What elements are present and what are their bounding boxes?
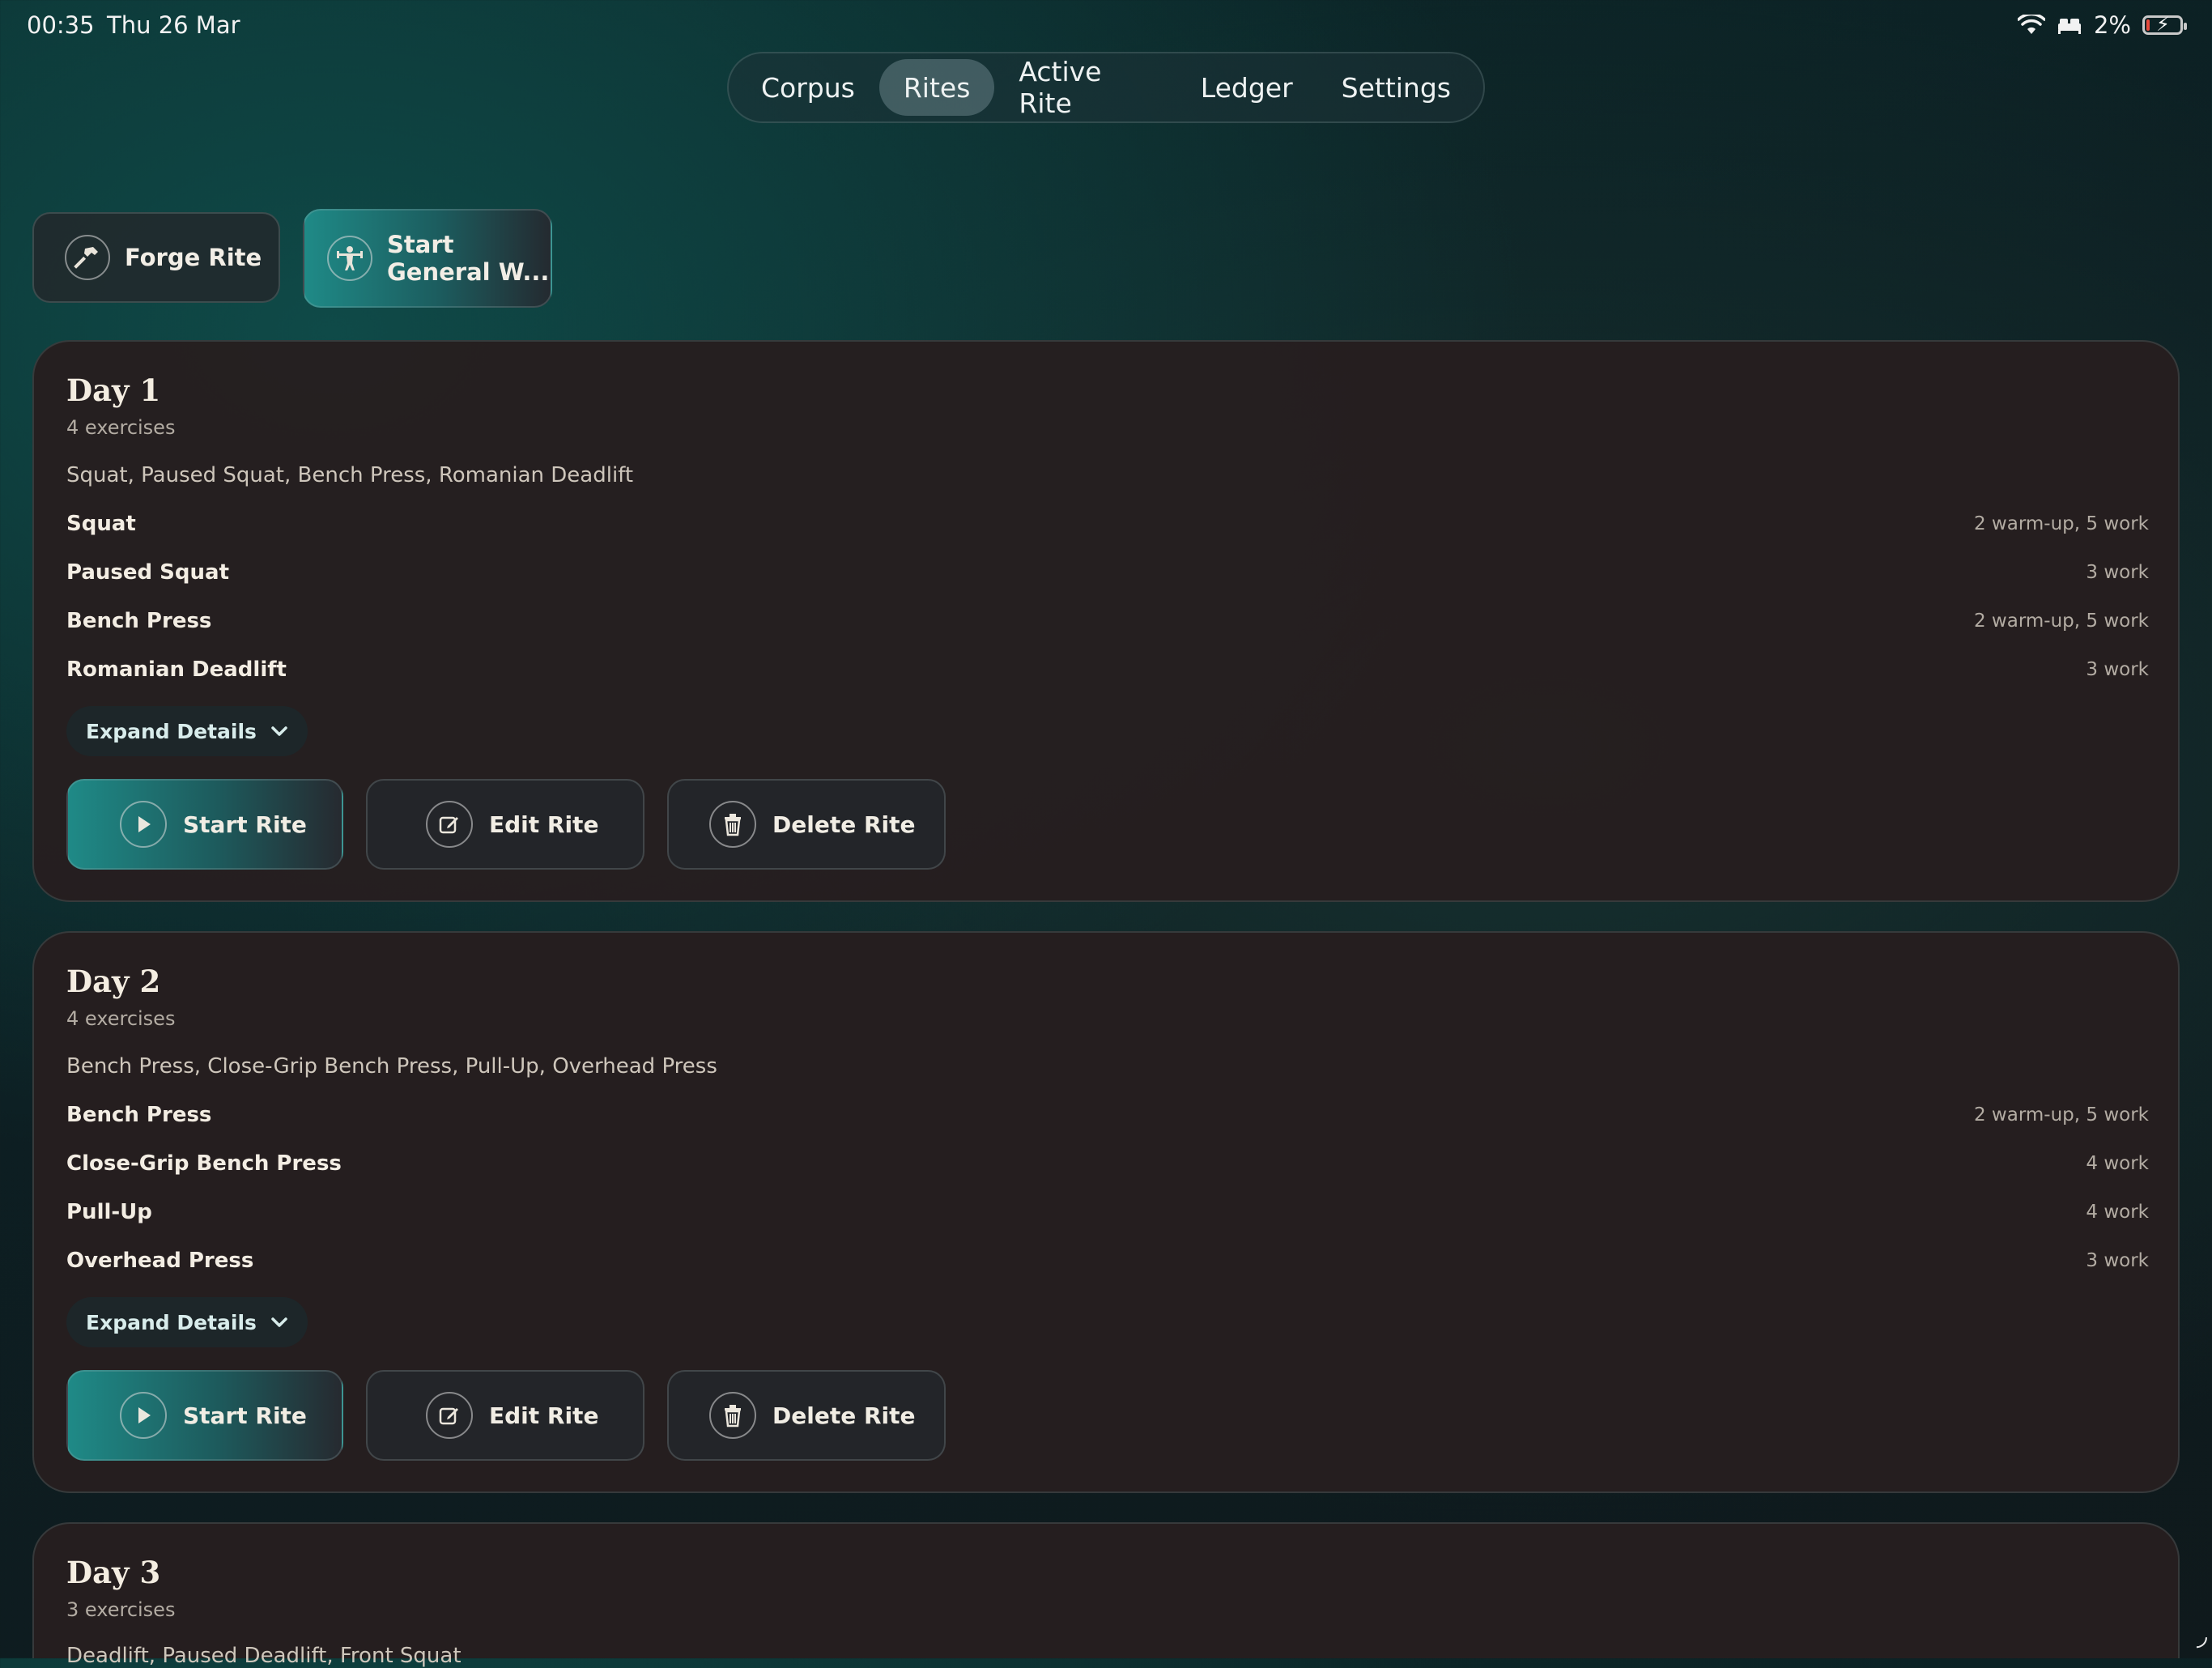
exercise-sets: 3 work bbox=[2086, 1250, 2149, 1271]
exercise-row: Romanian Deadlift 3 work bbox=[66, 657, 2149, 690]
delete-rite-label: Delete Rite bbox=[772, 811, 916, 838]
edit-rite-button[interactable]: Edit Rite bbox=[366, 1370, 644, 1461]
trash-icon bbox=[709, 801, 756, 848]
edit-rite-label: Edit Rite bbox=[489, 811, 599, 838]
tab-rites[interactable]: Rites bbox=[878, 59, 995, 116]
exercise-row: Bench Press 2 warm-up, 5 work bbox=[66, 1103, 2149, 1135]
start-general-label: Start General W... bbox=[387, 231, 549, 286]
expand-details-label: Expand Details bbox=[86, 719, 257, 743]
edit-rite-button[interactable]: Edit Rite bbox=[366, 779, 644, 870]
exercise-sets: 2 warm-up, 5 work bbox=[1973, 513, 2149, 534]
start-rite-button[interactable]: Start Rite bbox=[66, 1370, 343, 1461]
play-icon bbox=[120, 1392, 167, 1439]
delete-rite-button[interactable]: Delete Rite bbox=[667, 1370, 946, 1461]
rite-card-day-3: Day 3 3 exercises Deadlift, Paused Deadl… bbox=[32, 1522, 2180, 1668]
expand-details-button[interactable]: Expand Details bbox=[66, 706, 308, 756]
status-indicators: 2% ⚡ bbox=[2017, 11, 2187, 39]
start-rite-button[interactable]: Start Rite bbox=[66, 779, 343, 870]
exercise-sets: 4 work bbox=[2086, 1153, 2149, 1174]
tab-corpus[interactable]: Corpus bbox=[737, 59, 879, 116]
status-date: Thu 26 Mar bbox=[107, 11, 240, 39]
tab-active-rite[interactable]: Active Rite bbox=[994, 56, 1176, 119]
edit-icon bbox=[426, 1392, 473, 1439]
exercise-name: Paused Squat bbox=[66, 560, 230, 585]
exercise-count: 4 exercises bbox=[66, 416, 176, 439]
exercise-summary: Deadlift, Paused Deadlift, Front Squat bbox=[66, 1644, 462, 1668]
tab-ledger[interactable]: Ledger bbox=[1176, 59, 1317, 116]
exercise-name: Bench Press bbox=[66, 1103, 212, 1127]
exercise-row: Paused Squat 3 work bbox=[66, 560, 2149, 593]
exercise-count: 4 exercises bbox=[66, 1007, 176, 1030]
expand-details-label: Expand Details bbox=[86, 1310, 257, 1334]
bed-icon bbox=[2057, 19, 2081, 34]
exercise-sets: 3 work bbox=[2086, 659, 2149, 680]
exercise-row: Bench Press 2 warm-up, 5 work bbox=[66, 609, 2149, 641]
exercise-name: Pull-Up bbox=[66, 1200, 152, 1224]
rite-title: Day 2 bbox=[66, 964, 161, 999]
exercise-sets: 3 work bbox=[2086, 562, 2149, 583]
exercise-name: Bench Press bbox=[66, 609, 212, 633]
weightlifter-icon bbox=[327, 236, 372, 281]
exercise-sets: 4 work bbox=[2086, 1202, 2149, 1223]
start-general-workout-button[interactable]: Start General W... bbox=[303, 209, 552, 308]
trash-icon bbox=[709, 1392, 756, 1439]
exercise-name: Close-Grip Bench Press bbox=[66, 1151, 342, 1176]
delete-rite-button[interactable]: Delete Rite bbox=[667, 779, 946, 870]
exercise-row: Pull-Up 4 work bbox=[66, 1200, 2149, 1232]
exercise-sets: 2 warm-up, 5 work bbox=[1973, 1104, 2149, 1125]
chevron-down-icon bbox=[271, 726, 287, 736]
exercise-count: 3 exercises bbox=[66, 1598, 176, 1621]
rite-card-day-1: Day 1 4 exercises Squat, Paused Squat, B… bbox=[32, 340, 2180, 902]
exercise-summary: Bench Press, Close-Grip Bench Press, Pul… bbox=[66, 1054, 717, 1079]
tab-settings[interactable]: Settings bbox=[1317, 59, 1475, 116]
start-rite-label: Start Rite bbox=[183, 1402, 307, 1429]
edit-rite-label: Edit Rite bbox=[489, 1402, 599, 1429]
start-general-line1: Start bbox=[387, 231, 454, 258]
forge-rite-button[interactable]: Forge Rite bbox=[32, 212, 280, 303]
rite-card-day-2: Day 2 4 exercises Bench Press, Close-Gri… bbox=[32, 931, 2180, 1493]
delete-rite-label: Delete Rite bbox=[772, 1402, 916, 1429]
exercise-row: Overhead Press 3 work bbox=[66, 1249, 2149, 1281]
expand-details-button[interactable]: Expand Details bbox=[66, 1297, 308, 1347]
exercise-name: Squat bbox=[66, 512, 136, 536]
rite-title: Day 1 bbox=[66, 372, 161, 408]
scroll-corner-icon: ◞ bbox=[2196, 1620, 2207, 1651]
status-bar: 00:35 Thu 26 Mar 2% ⚡ bbox=[0, 0, 2212, 52]
forge-rite-label: Forge Rite bbox=[125, 244, 262, 271]
exercise-name: Romanian Deadlift bbox=[66, 657, 287, 682]
battery-charging-icon: ⚡ bbox=[2142, 13, 2187, 36]
play-icon bbox=[120, 801, 167, 848]
exercise-row: Squat 2 warm-up, 5 work bbox=[66, 512, 2149, 544]
status-time: 00:35 bbox=[27, 11, 95, 39]
hammer-icon bbox=[65, 235, 110, 280]
rite-title: Day 3 bbox=[66, 1555, 161, 1590]
exercise-row: Close-Grip Bench Press 4 work bbox=[66, 1151, 2149, 1184]
battery-percentage: 2% bbox=[2093, 11, 2131, 39]
start-rite-label: Start Rite bbox=[183, 811, 307, 838]
chevron-down-icon bbox=[271, 1317, 287, 1327]
wifi-icon bbox=[2017, 15, 2045, 34]
exercise-sets: 2 warm-up, 5 work bbox=[1973, 611, 2149, 632]
exercise-name: Overhead Press bbox=[66, 1249, 254, 1273]
top-nav: Corpus Rites Active Rite Ledger Settings bbox=[727, 52, 1485, 123]
start-general-line2: General W... bbox=[387, 258, 550, 286]
edit-icon bbox=[426, 801, 473, 848]
exercise-summary: Squat, Paused Squat, Bench Press, Romani… bbox=[66, 463, 634, 487]
